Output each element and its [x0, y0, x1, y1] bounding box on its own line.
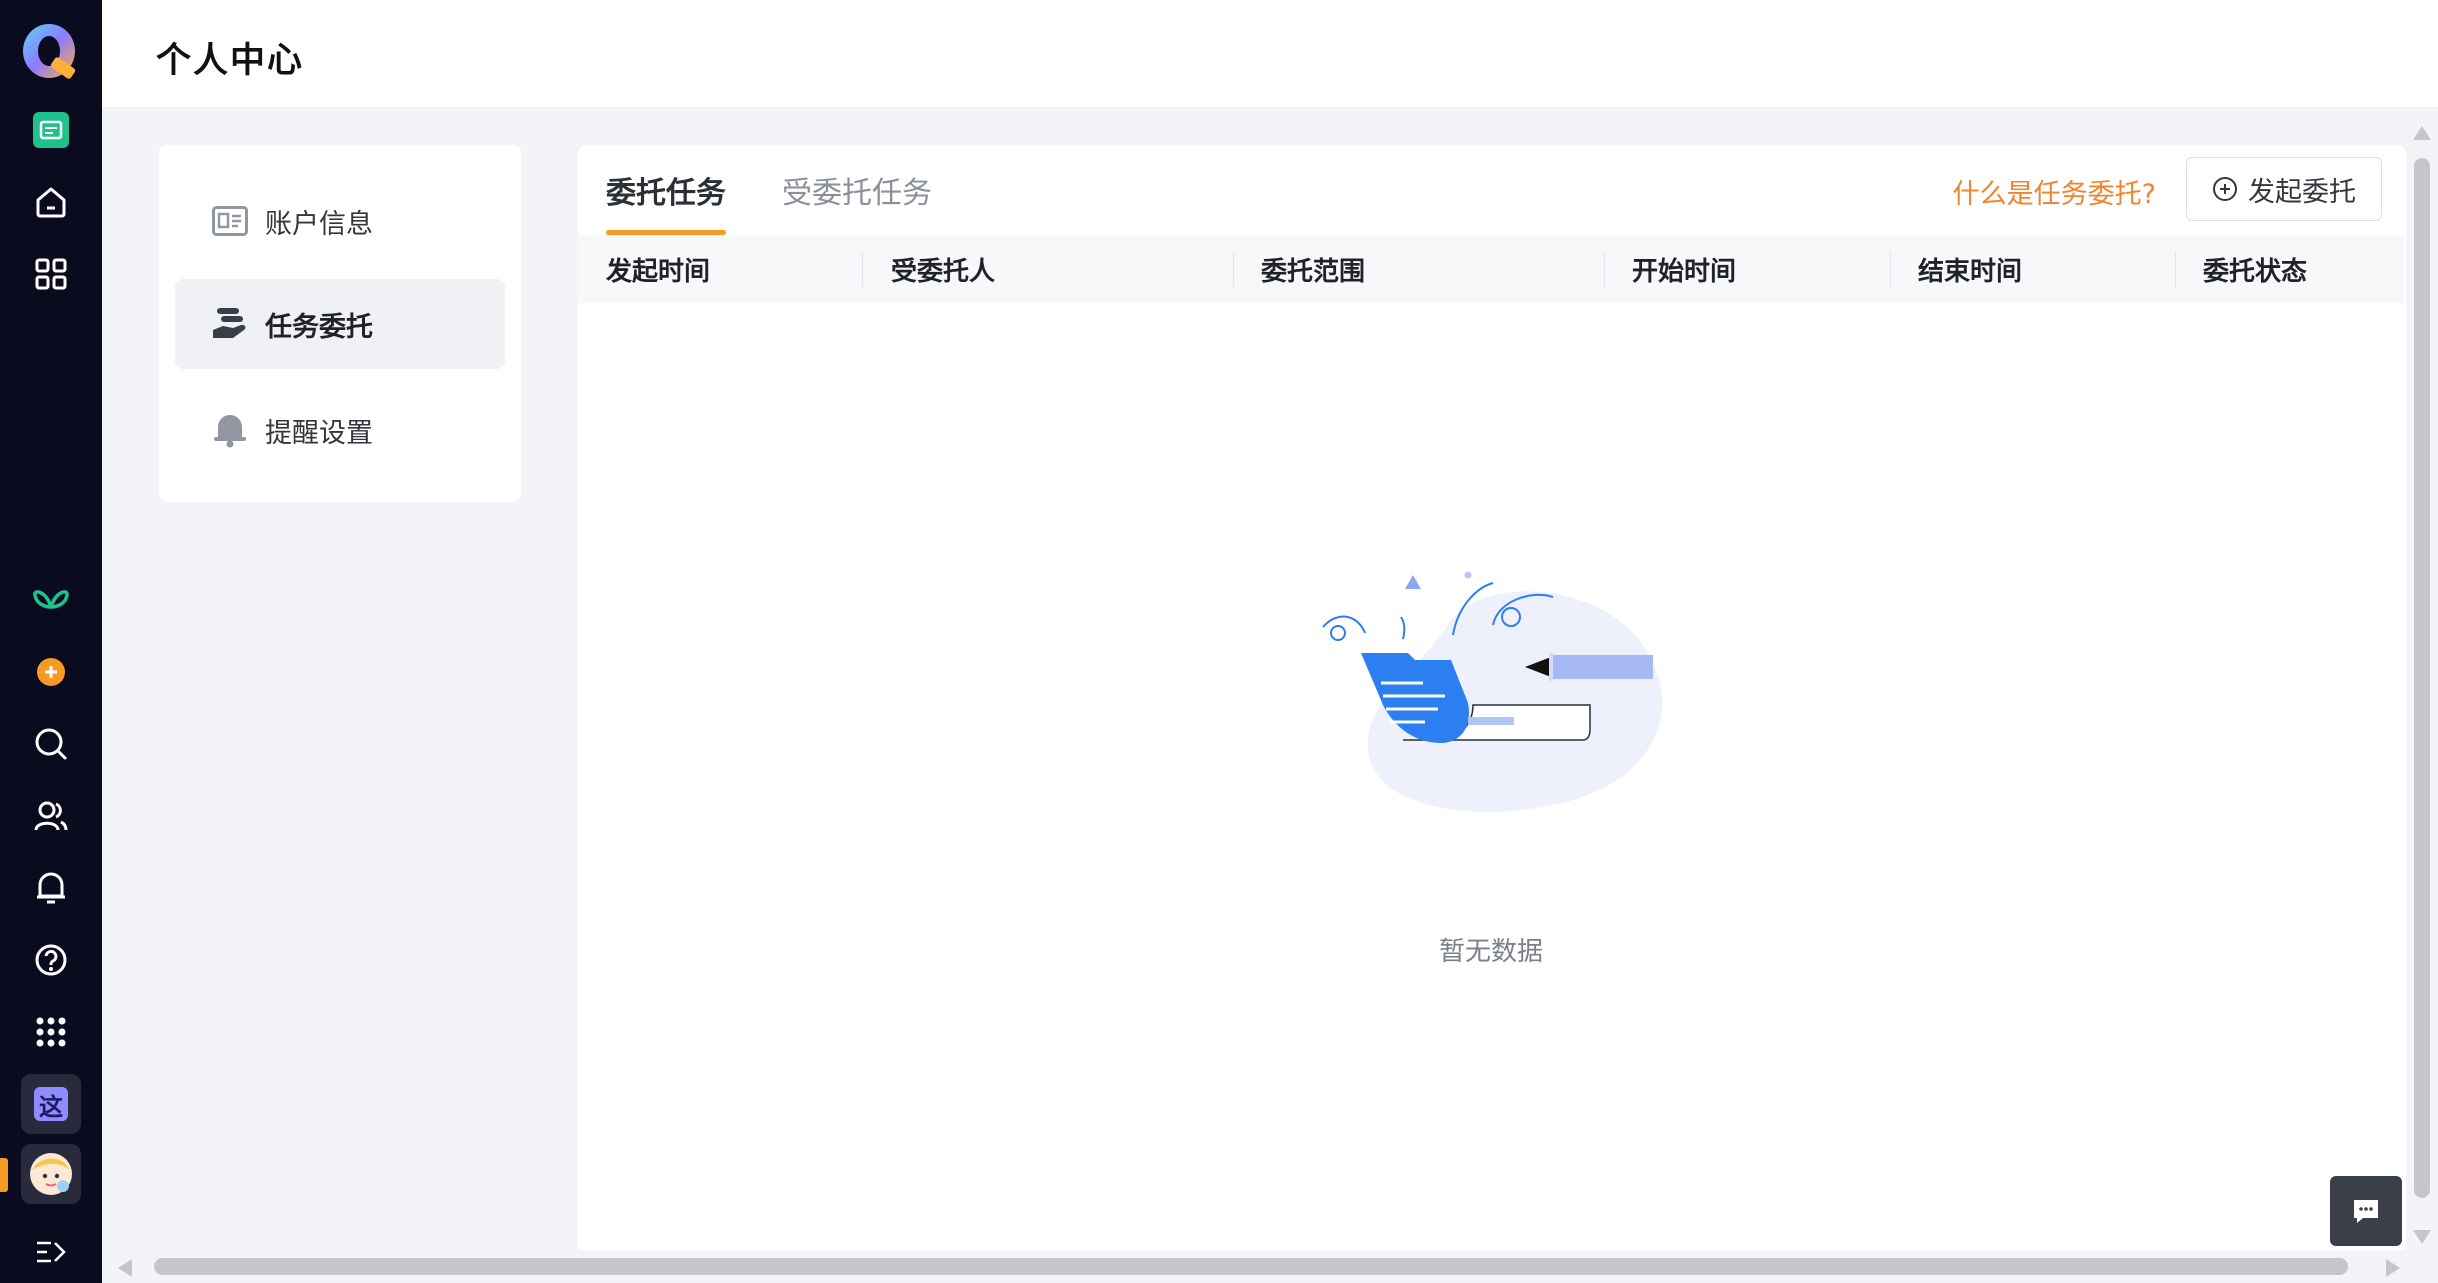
apps-grid-icon[interactable] [21, 244, 81, 304]
user-avatar[interactable] [21, 1144, 81, 1204]
menu-item-label: 账户信息 [265, 208, 373, 240]
scroll-up-arrow-icon[interactable] [2413, 126, 2431, 140]
column-header[interactable]: 发起时间 [606, 235, 710, 303]
menu-item-reminder-settings[interactable]: 提醒设置 [175, 385, 505, 475]
launch-delegation-label: 发起委托 [2248, 176, 2356, 208]
column-divider [1890, 251, 1891, 287]
expand-sidebar-icon[interactable] [21, 1222, 81, 1282]
vertical-scroll-thumb[interactable] [2414, 158, 2430, 1198]
empty-state: 暂无数据 [578, 565, 2404, 1005]
workspace-badge-text: 这 [34, 1087, 68, 1121]
tab-delegated-tasks[interactable]: 委托任务 [606, 145, 726, 235]
column-header[interactable]: 委托范围 [1261, 235, 1365, 303]
butterfly-icon[interactable] [21, 570, 81, 630]
chat-bubble-icon [2354, 1200, 2378, 1223]
plus-circle-icon [2213, 177, 2237, 201]
chat-button[interactable] [2330, 1176, 2402, 1246]
top-header: 个人中心 [102, 0, 2438, 108]
delegate-hand-icon [211, 305, 249, 343]
add-circle-icon[interactable] [21, 642, 81, 702]
app-rail: 这 [0, 0, 102, 1283]
scroll-down-arrow-icon[interactable] [2413, 1230, 2431, 1244]
column-divider [1604, 251, 1605, 287]
delegation-panel: 委托任务 受委托任务 什么是任务委托? 发起委托 发起时间 受委托人 委托范围 … [578, 145, 2406, 1250]
launch-delegation-button[interactable]: 发起委托 [2186, 157, 2382, 221]
scroll-left-arrow-icon[interactable] [118, 1259, 132, 1277]
bell-icon [211, 411, 249, 449]
vertical-scrollbar[interactable] [2406, 118, 2438, 1244]
tab-received-delegations[interactable]: 受委托任务 [782, 145, 932, 235]
search-icon[interactable] [21, 714, 81, 774]
id-card-icon [211, 202, 249, 240]
column-divider [2175, 251, 2176, 287]
profile-side-menu: 账户信息 任务委托 提醒设置 [159, 145, 521, 502]
scroll-right-arrow-icon[interactable] [2386, 1259, 2400, 1277]
calendar-card-icon[interactable] [21, 100, 81, 160]
workspace-badge[interactable]: 这 [21, 1074, 81, 1134]
bell-icon[interactable] [21, 858, 81, 918]
column-header[interactable]: 受委托人 [891, 235, 995, 303]
page-title: 个人中心 [156, 41, 305, 81]
menu-item-label: 任务委托 [265, 311, 373, 343]
dots-grid-icon[interactable] [21, 1002, 81, 1062]
column-divider [1233, 251, 1234, 287]
menu-item-account-info[interactable]: 账户信息 [175, 176, 505, 266]
column-header[interactable]: 委托状态 [2203, 235, 2307, 303]
active-indicator [0, 1158, 8, 1192]
menu-item-task-delegation[interactable]: 任务委托 [175, 279, 505, 369]
contacts-icon[interactable] [21, 786, 81, 846]
horizontal-scrollbar[interactable] [102, 1250, 2406, 1283]
menu-item-label: 提醒设置 [265, 417, 373, 449]
table-header: 发起时间 受委托人 委托范围 开始时间 结束时间 委托状态 [578, 235, 2404, 303]
column-divider [862, 251, 863, 287]
app-logo-icon[interactable] [18, 22, 84, 84]
column-header[interactable]: 开始时间 [1632, 235, 1736, 303]
tab-bar: 委托任务 受委托任务 [606, 145, 988, 235]
help-icon[interactable] [21, 930, 81, 990]
horizontal-scroll-thumb[interactable] [154, 1258, 2348, 1275]
empty-document-illustration [1322, 571, 1663, 812]
column-header[interactable]: 结束时间 [1918, 235, 2022, 303]
what-is-delegation-link[interactable]: 什么是任务委托? [1953, 172, 2156, 211]
home-icon[interactable] [21, 172, 81, 232]
empty-state-text: 暂无数据 [1438, 937, 1543, 967]
